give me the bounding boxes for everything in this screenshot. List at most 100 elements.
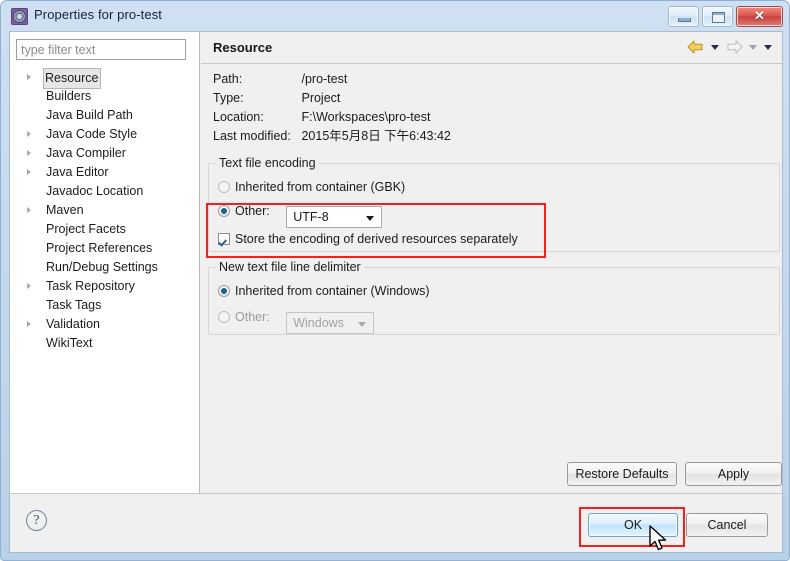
close-icon: ✕: [754, 8, 765, 23]
tree-item-validation[interactable]: Validation: [10, 315, 199, 334]
tree-item-project-references[interactable]: Project References: [10, 239, 199, 258]
tree-item-resource[interactable]: Resource: [10, 68, 199, 89]
info-label: Type:: [213, 91, 244, 105]
restore-defaults-button[interactable]: Restore Defaults: [567, 462, 677, 486]
info-row-path: Path: /pro-test: [213, 70, 451, 89]
group-legend: Text file encoding: [216, 156, 319, 170]
delimiter-other-label: Other:: [235, 310, 270, 324]
tree-item-maven[interactable]: Maven: [10, 201, 199, 220]
chevron-right-icon[interactable]: [27, 74, 31, 80]
tree-item-label: Java Editor: [46, 165, 109, 179]
resource-page: Resource Path: /pro-test Type: Project L…: [201, 32, 782, 495]
tree-item-java-editor[interactable]: Java Editor: [10, 163, 199, 182]
info-label: Last modified:: [213, 129, 291, 143]
cancel-button[interactable]: Cancel: [686, 513, 768, 537]
delimiter-select[interactable]: Windows: [286, 312, 375, 334]
gear-icon: [11, 8, 28, 25]
delimiter-inherited-label: Inherited from container (Windows): [235, 284, 430, 298]
radio-icon[interactable]: [218, 181, 230, 193]
tree-item-label: Java Code Style: [46, 127, 138, 141]
info-row-last-modified: Last modified: 2015年5月8日 下午6:43:42: [213, 127, 451, 146]
radio-icon[interactable]: [218, 285, 230, 297]
tree-item-java-code-style[interactable]: Java Code Style: [10, 125, 199, 144]
encoding-other-radio-row[interactable]: Other: UTF-8: [218, 202, 383, 228]
apply-button[interactable]: Apply: [685, 462, 782, 486]
dialog-client-area: Resource Builders Java Build Path Java C…: [9, 31, 783, 553]
chevron-right-icon[interactable]: [27, 150, 31, 156]
info-value: 2015年5月8日 下午6:43:42: [301, 129, 451, 143]
store-encoding-label: Store the encoding of derived resources …: [235, 232, 518, 246]
chevron-down-icon: [358, 322, 367, 327]
back-history-chevron-down-icon[interactable]: [708, 38, 722, 56]
properties-dialog-window: Properties for pro-test ✕ Resource: [0, 0, 790, 561]
checkbox-icon[interactable]: [218, 233, 230, 245]
encoding-inherited-radio-row[interactable]: Inherited from container (GBK): [218, 178, 405, 196]
tree-item-builders[interactable]: Builders: [10, 87, 199, 106]
chevron-right-icon[interactable]: [27, 207, 31, 213]
tree-item-label: Builders: [46, 89, 92, 103]
page-title: Resource: [213, 40, 273, 55]
info-value: F:\Workspaces\pro-test: [301, 110, 431, 124]
tree-item-label: WikiText: [46, 336, 93, 350]
info-label: Path:: [213, 72, 243, 86]
back-arrow-icon[interactable]: [685, 38, 707, 56]
window-controls: ✕: [668, 6, 783, 27]
tree-item-label: Task Repository: [46, 279, 135, 293]
encoding-inherited-label: Inherited from container (GBK): [235, 180, 406, 194]
filter-input[interactable]: [16, 39, 186, 60]
settings-tree-pane: Resource Builders Java Build Path Java C…: [10, 32, 200, 495]
maximize-button[interactable]: [702, 6, 733, 27]
chevron-right-icon[interactable]: [27, 321, 31, 327]
encoding-select-value: UTF-8: [293, 210, 329, 224]
tree-item-label: Maven: [46, 203, 84, 217]
info-row-location: Location: F:\Workspaces\pro-test: [213, 108, 451, 127]
close-button[interactable]: ✕: [736, 6, 783, 27]
forward-arrow-icon[interactable]: [723, 38, 745, 56]
settings-tree: Resource Builders Java Build Path Java C…: [10, 68, 199, 353]
view-menu-chevron-down-icon[interactable]: [761, 38, 775, 56]
chevron-right-icon[interactable]: [27, 131, 31, 137]
ok-button[interactable]: OK: [588, 513, 678, 537]
tree-item-wikitext[interactable]: WikiText: [10, 334, 199, 353]
minimize-button[interactable]: [668, 6, 699, 27]
tree-item-label: Resource: [43, 68, 101, 89]
line-delimiter-group: New text file line delimiter Inherited f…: [208, 260, 780, 335]
tree-item-run-debug-settings[interactable]: Run/Debug Settings: [10, 258, 199, 277]
tree-item-label: Java Build Path: [46, 108, 133, 122]
tree-item-task-tags[interactable]: Task Tags: [10, 296, 199, 315]
delimiter-other-radio-row[interactable]: Other: Windows: [218, 308, 375, 334]
minimize-icon: [678, 18, 691, 22]
store-encoding-checkbox-row[interactable]: Store the encoding of derived resources …: [218, 230, 518, 248]
encoding-select[interactable]: UTF-8: [286, 206, 383, 228]
tree-item-java-compiler[interactable]: Java Compiler: [10, 144, 199, 163]
tree-item-label: Javadoc Location: [46, 184, 144, 198]
dialog-footer: ? OK Cancel: [10, 493, 782, 552]
forward-history-chevron-down-icon[interactable]: [746, 38, 760, 56]
title-bar[interactable]: Properties for pro-test ✕: [1, 1, 789, 31]
info-row-type: Type: Project: [213, 89, 451, 108]
tree-item-javadoc-location[interactable]: Javadoc Location: [10, 182, 199, 201]
group-legend: New text file line delimiter: [216, 260, 364, 274]
encoding-other-label: Other:: [235, 204, 270, 218]
radio-icon[interactable]: [218, 311, 230, 323]
tree-item-label: Run/Debug Settings: [46, 260, 158, 274]
tree-item-label: Validation: [46, 317, 100, 331]
info-label: Location:: [213, 110, 264, 124]
chevron-down-icon: [366, 216, 375, 221]
delimiter-inherited-radio-row[interactable]: Inherited from container (Windows): [218, 282, 430, 300]
info-value: Project: [301, 91, 341, 105]
chevron-right-icon[interactable]: [27, 283, 31, 289]
tree-item-task-repository[interactable]: Task Repository: [10, 277, 199, 296]
tree-item-label: Task Tags: [46, 298, 102, 312]
tree-item-label: Project Facets: [46, 222, 126, 236]
tree-item-java-build-path[interactable]: Java Build Path: [10, 106, 199, 125]
text-file-encoding-group: Text file encoding Inherited from contai…: [208, 156, 780, 252]
radio-icon[interactable]: [218, 205, 230, 217]
maximize-icon: [712, 12, 725, 23]
help-icon[interactable]: ?: [26, 510, 47, 531]
tree-item-project-facets[interactable]: Project Facets: [10, 220, 199, 239]
delimiter-select-value: Windows: [293, 316, 344, 330]
tree-item-label: Java Compiler: [46, 146, 126, 160]
page-nav-toolbar: [685, 38, 775, 56]
chevron-right-icon[interactable]: [27, 169, 31, 175]
